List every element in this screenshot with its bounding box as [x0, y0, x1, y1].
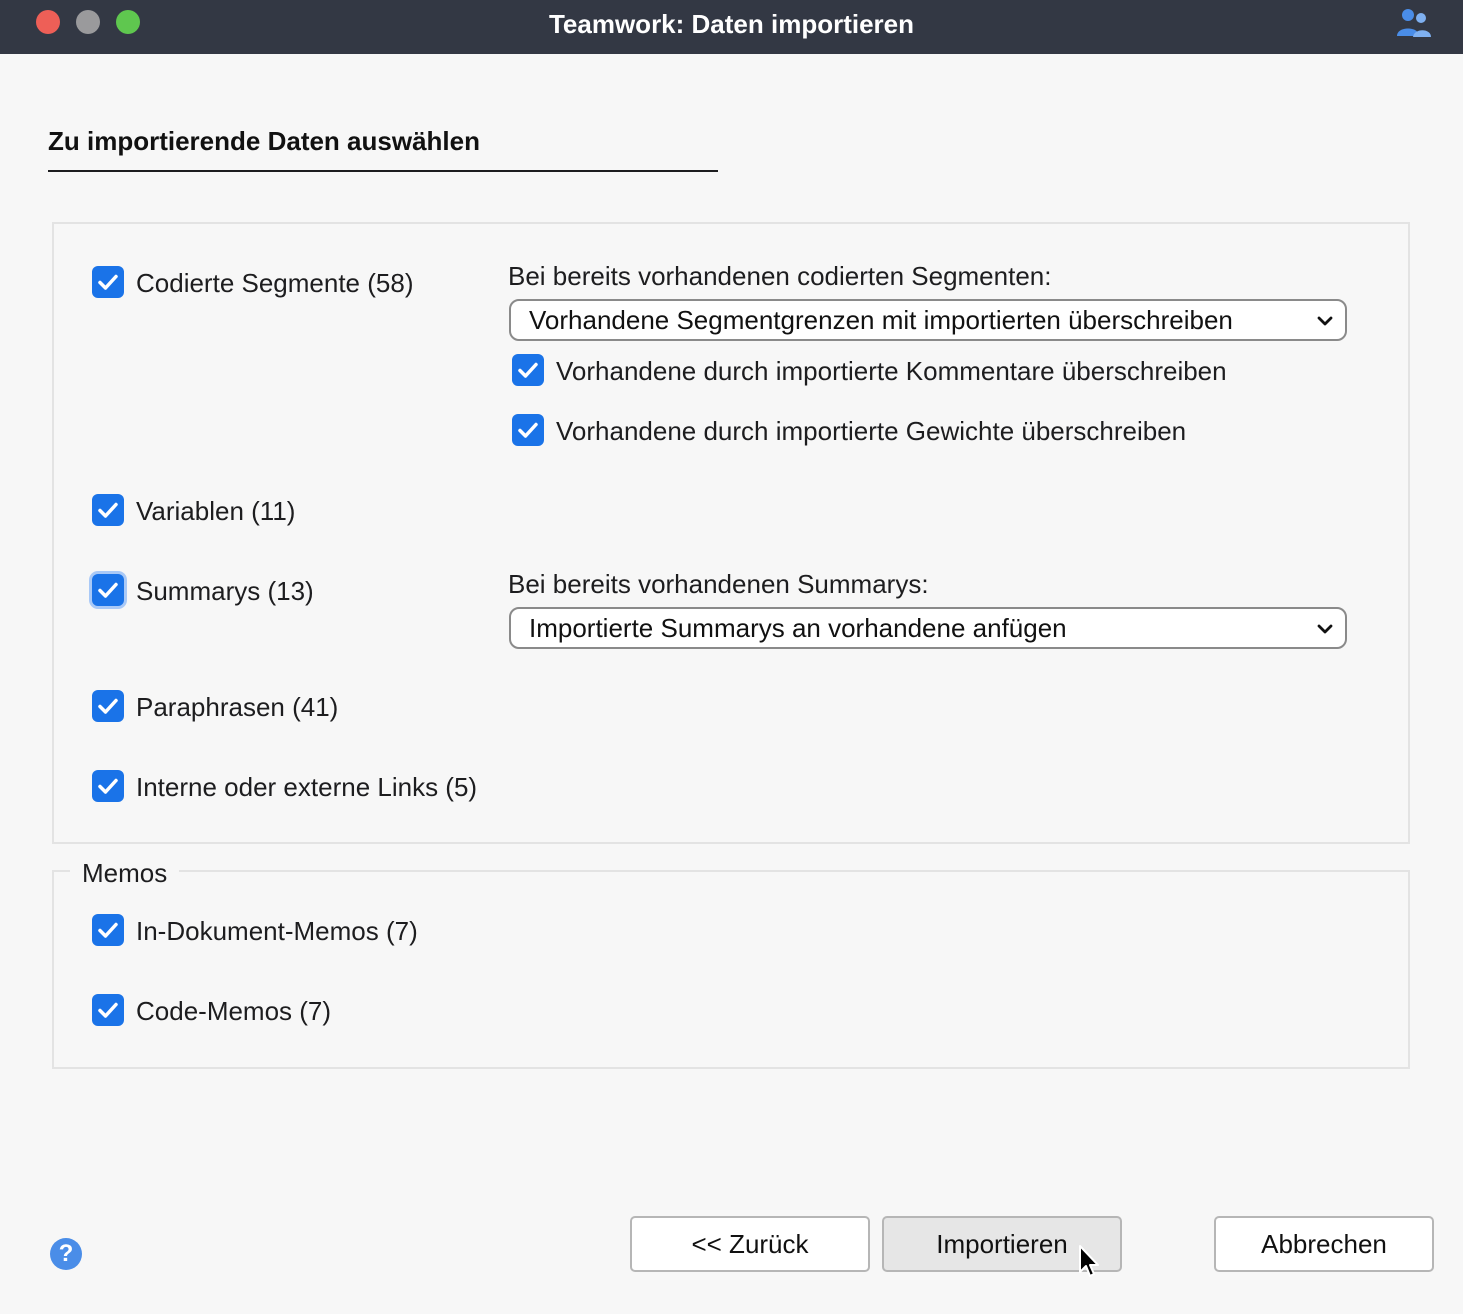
checkmark-icon — [98, 922, 118, 938]
checkmark-icon — [98, 582, 118, 598]
overwrite-comments-label: Vorhandene durch importierte Kommentare … — [556, 356, 1227, 386]
window-title: Teamwork: Daten importieren — [548, 9, 915, 39]
variables-checkbox[interactable] — [92, 494, 124, 526]
title-bar: Teamwork: Daten importieren — [0, 0, 1463, 54]
in-document-memos-checkbox[interactable] — [92, 914, 124, 946]
links-label: Interne oder externe Links (5) — [136, 772, 478, 802]
segment-boundaries-select[interactable]: Vorhandene Segmentgrenzen mit importiert… — [509, 299, 1347, 341]
checkmark-icon — [98, 778, 118, 794]
variables-label: Variablen (11) — [136, 496, 296, 526]
links-checkbox[interactable] — [92, 770, 124, 802]
memos-group — [52, 870, 1410, 1069]
summary-merge-value: Importierte Summarys an vorhandene anfüg… — [529, 613, 1067, 643]
paraphrases-label: Paraphrasen (41) — [136, 692, 339, 722]
segments-checkbox[interactable] — [92, 266, 124, 298]
segment-boundaries-value: Vorhandene Segmentgrenzen mit importiert… — [529, 305, 1233, 335]
summaries-checkbox[interactable] — [92, 574, 124, 606]
section-divider — [48, 170, 718, 172]
help-button[interactable]: ? — [50, 1238, 82, 1270]
summary-options-heading: Bei bereits vorhandenen Summarys: — [508, 569, 929, 599]
overwrite-comments-checkbox[interactable] — [512, 354, 544, 386]
memos-legend: Memos — [70, 858, 180, 889]
cancel-button[interactable]: Abbrechen — [1214, 1216, 1434, 1272]
chevron-down-icon — [1317, 624, 1333, 634]
mouse-cursor-icon — [1079, 1245, 1099, 1277]
overwrite-weights-label: Vorhandene durch importierte Gewichte üb… — [556, 416, 1187, 446]
summaries-label: Summarys (13) — [136, 576, 314, 606]
checkmark-icon — [98, 274, 118, 290]
checkmark-icon — [518, 422, 538, 438]
checkmark-icon — [98, 1002, 118, 1018]
in-document-memos-label: In-Dokument-Memos (7) — [136, 916, 418, 946]
code-memos-checkbox[interactable] — [92, 994, 124, 1026]
checkmark-icon — [98, 502, 118, 518]
chevron-down-icon — [1317, 316, 1333, 326]
people-icon — [1397, 9, 1431, 37]
summary-merge-select[interactable]: Importierte Summarys an vorhandene anfüg… — [509, 607, 1347, 649]
checkmark-icon — [518, 362, 538, 378]
section-title: Zu importierende Daten auswählen — [48, 126, 480, 156]
overwrite-weights-checkbox[interactable] — [512, 414, 544, 446]
code-memos-label: Code-Memos (7) — [136, 996, 332, 1026]
segments-label: Codierte Segmente (58) — [136, 268, 414, 298]
paraphrases-checkbox[interactable] — [92, 690, 124, 722]
segment-options-heading: Bei bereits vorhandenen codierten Segmen… — [508, 261, 1052, 291]
checkmark-icon — [98, 698, 118, 714]
back-button[interactable]: << Zurück — [630, 1216, 870, 1272]
